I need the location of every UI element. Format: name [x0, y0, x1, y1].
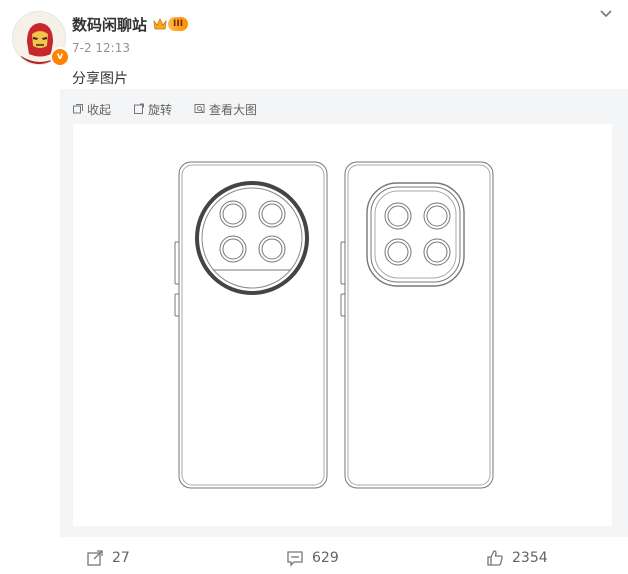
post-timestamp[interactable]: 7-2 12:13: [72, 41, 130, 55]
comment-count: 629: [312, 550, 339, 566]
author-avatar[interactable]: v: [12, 11, 70, 67]
comment-button[interactable]: 629: [286, 549, 339, 567]
action-bar: 27 629 2354: [0, 545, 628, 574]
post-text: 分享图片: [72, 71, 128, 87]
view-large-button[interactable]: 查看大图: [194, 99, 257, 119]
verified-badge: v: [50, 47, 70, 67]
repost-icon: [87, 550, 103, 566]
like-count: 2354: [512, 550, 548, 566]
rotate-button[interactable]: 旋转: [133, 99, 172, 119]
view-large-label: 查看大图: [209, 102, 258, 117]
phone-sketch-image: [174, 161, 494, 489]
comment-icon: [287, 551, 303, 567]
collapse-label: 收起: [87, 102, 112, 117]
author-name[interactable]: 数码闲聊站: [72, 14, 147, 35]
zoom-icon: [194, 104, 205, 113]
rotate-icon: [134, 103, 145, 114]
collapse-button[interactable]: 收起: [72, 99, 111, 119]
collapse-icon: [73, 104, 83, 114]
like-icon: [487, 550, 503, 566]
rotate-label: 旋转: [148, 102, 173, 117]
crown-icon: [153, 18, 167, 30]
like-button[interactable]: 2354: [486, 549, 548, 567]
repost-button[interactable]: 27: [86, 549, 130, 567]
media-toolbar: 收起 旋转 查看大图: [72, 99, 257, 119]
repost-count: 27: [112, 550, 130, 566]
chevron-down-icon[interactable]: [598, 8, 614, 20]
media-panel: 收起 旋转 查看大图: [60, 89, 628, 537]
post-image[interactable]: [73, 124, 612, 526]
member-badge[interactable]: III: [153, 15, 189, 33]
member-level: III: [168, 17, 189, 31]
